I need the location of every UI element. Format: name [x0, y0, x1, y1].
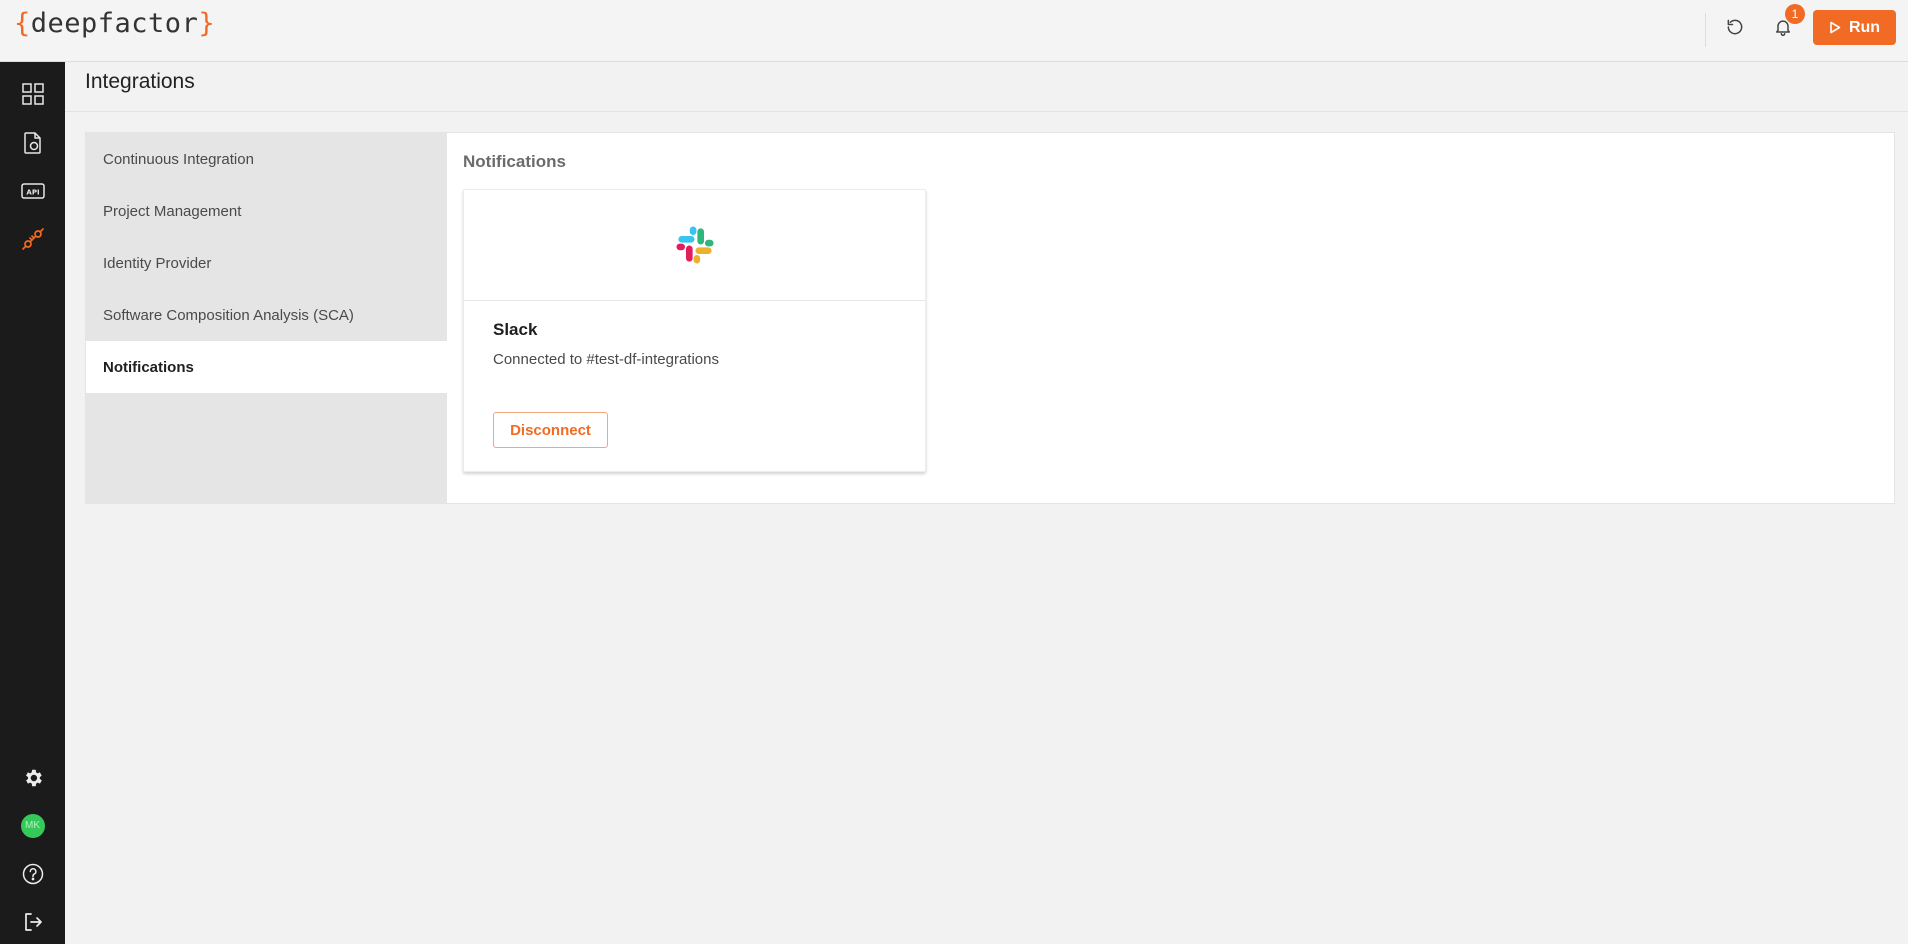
svg-text:API: API	[26, 189, 39, 197]
sidebar: API MK	[0, 62, 65, 944]
gear-icon	[25, 769, 42, 787]
tab-continuous-integration[interactable]: Continuous Integration	[86, 133, 447, 185]
tab-identity-provider[interactable]: Identity Provider	[86, 237, 447, 289]
avatar: MK	[20, 814, 45, 838]
sidebar-item-dashboard[interactable]	[0, 74, 65, 114]
tab-project-management[interactable]: Project Management	[86, 185, 447, 237]
sidebar-item-integrations[interactable]	[0, 219, 65, 259]
tab-software-composition-analysis[interactable]: Software Composition Analysis (SCA)	[86, 289, 447, 341]
header-divider	[1705, 13, 1706, 47]
run-button-label: Run	[1848, 18, 1881, 36]
disconnect-button[interactable]: Disconnect	[493, 412, 608, 448]
logout-icon	[24, 913, 42, 931]
title-divider	[65, 111, 1908, 112]
tab-notifications[interactable]: Notifications	[86, 341, 447, 393]
slack-logo-icon	[675, 226, 714, 264]
integration-name: Slack	[493, 320, 538, 339]
sidebar-item-profile[interactable]: MK	[0, 806, 65, 846]
integration-status: Connected to #test-df-integrations	[493, 351, 719, 368]
deepfactor-logo[interactable]: {deepfactor}	[14, 8, 215, 39]
run-button[interactable]: Run	[1813, 10, 1896, 45]
refresh-icon	[1727, 19, 1743, 35]
integration-category-tabs: Continuous Integration Project Managemen…	[86, 133, 447, 503]
api-icon: API	[20, 183, 45, 199]
play-icon	[1830, 21, 1841, 34]
dashboard-grid-icon	[21, 83, 44, 105]
notification-count-badge: 1	[1785, 4, 1805, 24]
section-title: Notifications	[463, 152, 566, 171]
page-title: Integrations	[85, 70, 195, 93]
logo-brace-right: }	[198, 8, 216, 39]
sidebar-item-documents[interactable]	[0, 123, 65, 163]
documents-icon	[23, 132, 41, 154]
refresh-button[interactable]	[1716, 12, 1754, 42]
sidebar-item-help[interactable]	[0, 854, 65, 894]
card-logo-area	[464, 190, 925, 301]
top-bar: {deepfactor} 1 Run	[0, 0, 1908, 62]
sidebar-item-logout[interactable]	[0, 902, 65, 942]
sidebar-item-api[interactable]: API	[0, 171, 65, 211]
logo-brace-left: {	[14, 8, 31, 39]
help-icon	[22, 863, 43, 885]
logo-text: deepfactor	[30, 8, 199, 39]
slack-integration-card: Slack Connected to #test-df-integrations…	[463, 189, 926, 472]
sidebar-item-settings[interactable]	[0, 758, 65, 798]
integrations-panel: Continuous Integration Project Managemen…	[85, 132, 1895, 504]
integrations-plug-icon	[21, 228, 44, 250]
